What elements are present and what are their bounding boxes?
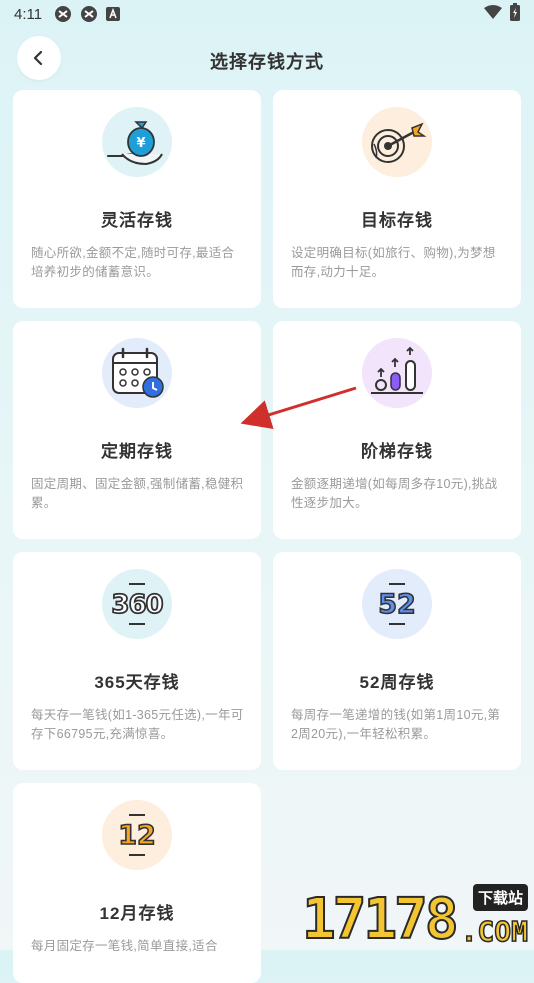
status-time: 4:11 [14, 5, 43, 23]
card-flexible-saving[interactable]: ¥ 灵活存钱 随心所欲,金额不定,随时可存,最适合培养初步的储蓄意识。 [13, 90, 261, 308]
card-description: 每天存一笔钱(如1-365元任选),一年可存下66795元,充满惊喜。 [31, 708, 244, 741]
target-dart-icon [362, 107, 432, 177]
growth-bars-icon [362, 338, 432, 408]
card-description: 每月固定存一笔钱,简单直接,适合 [31, 939, 218, 953]
app-notification-icon [80, 5, 98, 23]
watermark-label: 下载站 [472, 884, 528, 911]
svg-text:¥: ¥ [136, 136, 145, 151]
battery-icon [510, 3, 520, 25]
card-periodic-saving[interactable]: 定期存钱 固定周期、固定金额,强制储蓄,稳健积累。 [13, 321, 261, 539]
card-description: 随心所欲,金额不定,随时可存,最适合培养初步的储蓄意识。 [31, 246, 235, 279]
card-ladder-saving[interactable]: 阶梯存钱 金额逐期递增(如每周多存10元),挑战性逐步加大。 [273, 321, 521, 539]
card-12-month-saving[interactable]: 12 12月存钱 每月固定存一笔钱,简单直接,适合 [13, 783, 261, 983]
card-description: 固定周期、固定金额,强制储蓄,稳健积累。 [31, 477, 244, 510]
status-bar: 4:11 [0, 0, 534, 28]
card-title: 365天存钱 [94, 673, 180, 692]
card-365-day-saving[interactable]: 360 365天存钱 每天存一笔钱(如1-365元任选),一年可存下66795元… [13, 552, 261, 770]
card-description: 每周存一笔递增的钱(如第1周10元,第2周20元),一年轻松积累。 [291, 708, 501, 741]
number-360-icon: 360 [102, 569, 172, 639]
card-description: 设定明确目标(如旅行、购物),为梦想而存,动力十足。 [291, 246, 496, 279]
wifi-icon [484, 5, 502, 23]
number-12-icon: 12 [102, 800, 172, 870]
money-bag-hand-icon: ¥ [102, 107, 172, 177]
card-52-week-saving[interactable]: 52 52周存钱 每周存一笔递增的钱(如第1周10元,第2周20元),一年轻松积… [273, 552, 521, 770]
number-52-icon: 52 [362, 569, 432, 639]
card-title: 12月存钱 [99, 904, 175, 923]
svg-text:12: 12 [118, 820, 156, 851]
card-title: 灵活存钱 [101, 211, 173, 230]
calendar-clock-icon [102, 338, 172, 408]
header: 选择存钱方式 [0, 36, 534, 82]
watermark-number: 17178 [301, 887, 460, 952]
card-title: 定期存钱 [101, 442, 173, 461]
app-notification-icon [54, 5, 72, 23]
font-a-icon [106, 7, 121, 21]
site-watermark-logo: 17178 下载站 .COM [301, 882, 532, 952]
card-title: 阶梯存钱 [361, 442, 433, 461]
card-title: 目标存钱 [361, 211, 433, 230]
page-title: 选择存钱方式 [210, 52, 324, 72]
svg-text:52: 52 [378, 589, 416, 620]
svg-text:360: 360 [111, 590, 162, 620]
card-title: 52周存钱 [359, 673, 435, 692]
card-description: 金额逐期递增(如每周多存10元),挑战性逐步加大。 [291, 477, 498, 510]
watermark-domain: .COM [460, 914, 529, 949]
card-goal-saving[interactable]: 目标存钱 设定明确目标(如旅行、购物),为梦想而存,动力十足。 [273, 90, 521, 308]
